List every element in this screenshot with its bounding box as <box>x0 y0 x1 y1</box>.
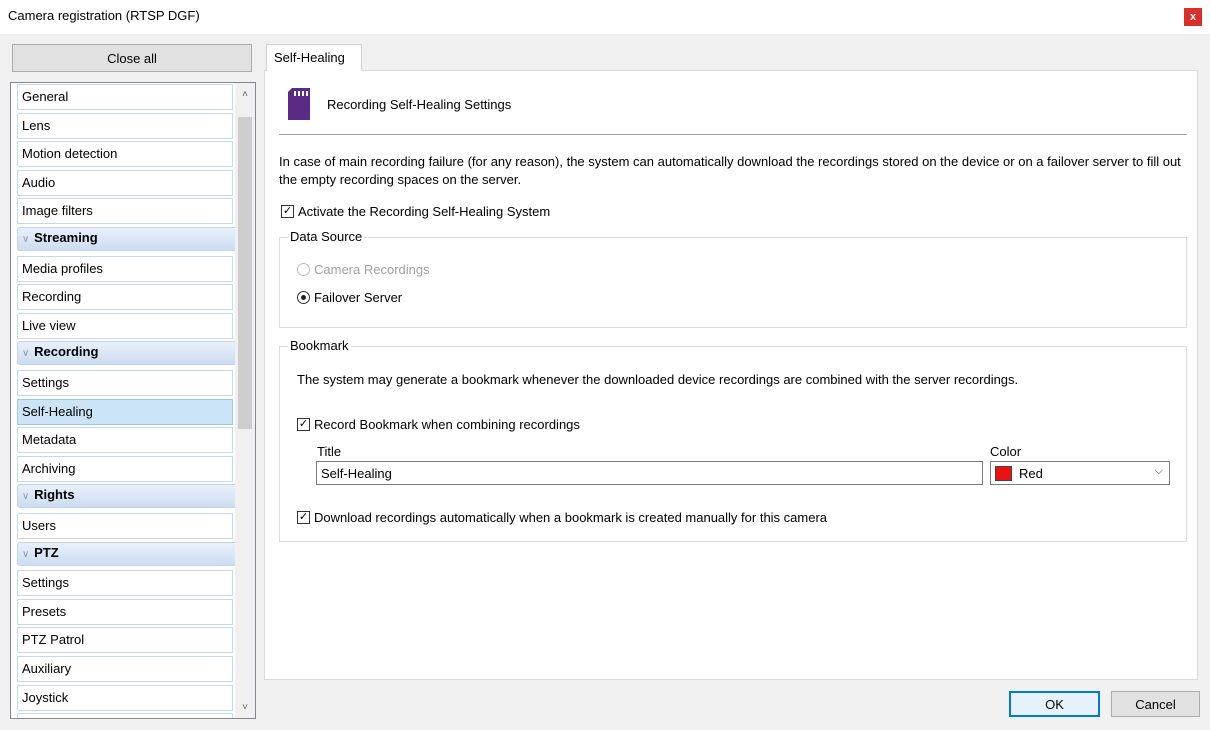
title-field-label: Title <box>317 444 342 459</box>
cancel-button[interactable]: Cancel <box>1111 691 1200 717</box>
nav-item-ptz-patrol[interactable]: PTZ Patrol <box>17 627 233 654</box>
nav-group-label: PTZ <box>34 544 59 560</box>
radio-unselected-icon <box>297 263 310 276</box>
failover-server-label: Failover Server <box>314 290 403 305</box>
nav-scrollbar[interactable]: ˄ ˅ <box>235 83 255 718</box>
checkbox-checked-icon: ✓ <box>297 511 310 524</box>
nav-item-manual-control[interactable]: Manual control <box>17 713 233 718</box>
radio-camera-recordings[interactable]: Camera Recordings <box>297 262 430 277</box>
section-title: Recording Self-Healing Settings <box>327 97 512 112</box>
nav-item-recording[interactable]: Recording <box>17 284 233 311</box>
data-source-group: Data Source Camera Recordings Failover S… <box>279 229 1187 328</box>
nav-item-presets[interactable]: Presets <box>17 598 233 625</box>
nav-item-settings[interactable]: Settings <box>17 370 233 396</box>
bookmark-description: The system may generate a bookmark whene… <box>297 372 1019 387</box>
nav-item-settings[interactable]: Settings <box>17 570 233 597</box>
nav-group-rights[interactable]: ∨ Rights <box>17 484 237 509</box>
data-source-legend: Data Source <box>288 229 365 244</box>
nav-item-metadata[interactable]: Metadata <box>17 427 233 454</box>
tab-self-healing[interactable]: Self-Healing <box>266 44 362 71</box>
bookmark-group: Bookmark The system may generate a bookm… <box>279 338 1187 542</box>
title-bar: Camera registration (RTSP DGF) x <box>0 0 1210 34</box>
scroll-up-icon[interactable]: ˄ <box>235 85 255 103</box>
nav-group-label: Streaming <box>34 230 98 245</box>
radio-selected-icon <box>297 291 310 304</box>
collapse-chevron-icon: ∨ <box>22 548 33 560</box>
record-bookmark-checkbox[interactable]: ✓ Record Bookmark when combining recordi… <box>297 417 580 432</box>
collapse-chevron-icon: ∨ <box>22 234 33 245</box>
close-window-button[interactable]: x <box>1184 8 1202 26</box>
color-value: Red <box>1019 465 1043 481</box>
nav-item-auxiliary[interactable]: Auxiliary <box>17 656 233 682</box>
camera-recordings-label: Camera Recordings <box>314 262 430 277</box>
settings-nav-panel: General Lens Motion detection Audio Image fi… <box>10 82 256 719</box>
header-divider <box>279 134 1187 135</box>
nav-item-live-view[interactable]: Live view <box>17 312 233 339</box>
nav-item-media-profiles[interactable]: Media profiles <box>17 255 233 282</box>
collapse-chevron-icon: ∨ <box>22 491 33 503</box>
sd-card-icon <box>288 88 310 120</box>
nav-group-ptz[interactable]: ∨ PTZ <box>17 541 237 566</box>
bookmark-title-input[interactable] <box>316 461 983 485</box>
auto-download-label: Download recordings automatically when a… <box>314 510 828 525</box>
nav-item-users[interactable]: Users <box>17 513 233 539</box>
bookmark-color-select[interactable]: Red ⌵ <box>990 461 1170 485</box>
close-all-button[interactable]: Close all <box>12 44 252 72</box>
nav-item-lens[interactable]: Lens <box>17 112 233 139</box>
self-healing-description: In case of main recording failure (for a… <box>279 154 1181 187</box>
nav-item-image-filters[interactable]: Image filters <box>17 198 233 225</box>
chevron-down-icon: ⌵ <box>1154 465 1163 477</box>
nav-item-audio[interactable]: Audio <box>17 169 233 196</box>
activate-self-healing-checkbox[interactable]: ✓ Activate the Recording Self-Healing Sy… <box>281 204 550 219</box>
window-title: Camera registration (RTSP DGF) <box>8 8 200 23</box>
record-bookmark-label: Record Bookmark when combining recording… <box>314 417 580 432</box>
nav-item-archiving[interactable]: Archiving <box>17 455 233 482</box>
checkbox-checked-icon: ✓ <box>297 418 310 431</box>
nav-group-label: Rights <box>34 487 75 503</box>
nav-item-self-healing[interactable]: Self-Healing <box>17 398 233 425</box>
activate-self-healing-label: Activate the Recording Self-Healing Syst… <box>298 204 551 219</box>
color-field-label: Color <box>990 444 1022 459</box>
nav-group-recording[interactable]: ∨ Recording <box>17 341 237 366</box>
red-color-swatch <box>995 465 1012 481</box>
radio-failover-server[interactable]: Failover Server <box>297 290 402 305</box>
nav-item-joystick[interactable]: Joystick <box>17 684 233 711</box>
scroll-down-icon[interactable]: ˅ <box>235 698 255 716</box>
nav-group-streaming[interactable]: ∨ Streaming <box>17 227 237 251</box>
ok-button[interactable]: OK <box>1009 691 1100 717</box>
nav-item-motion-detection[interactable]: Motion detection <box>17 141 233 168</box>
scroll-thumb[interactable] <box>238 117 252 429</box>
checkbox-checked-icon: ✓ <box>281 205 294 218</box>
nav-item-general[interactable]: General <box>17 84 233 110</box>
self-healing-panel: Recording Self-Healing Settings In case … <box>264 70 1198 680</box>
collapse-chevron-icon: ∨ <box>22 348 33 360</box>
nav-group-label: Recording <box>34 344 99 360</box>
bookmark-legend: Bookmark <box>288 338 351 353</box>
auto-download-checkbox[interactable]: ✓ Download recordings automatically when… <box>297 510 827 525</box>
